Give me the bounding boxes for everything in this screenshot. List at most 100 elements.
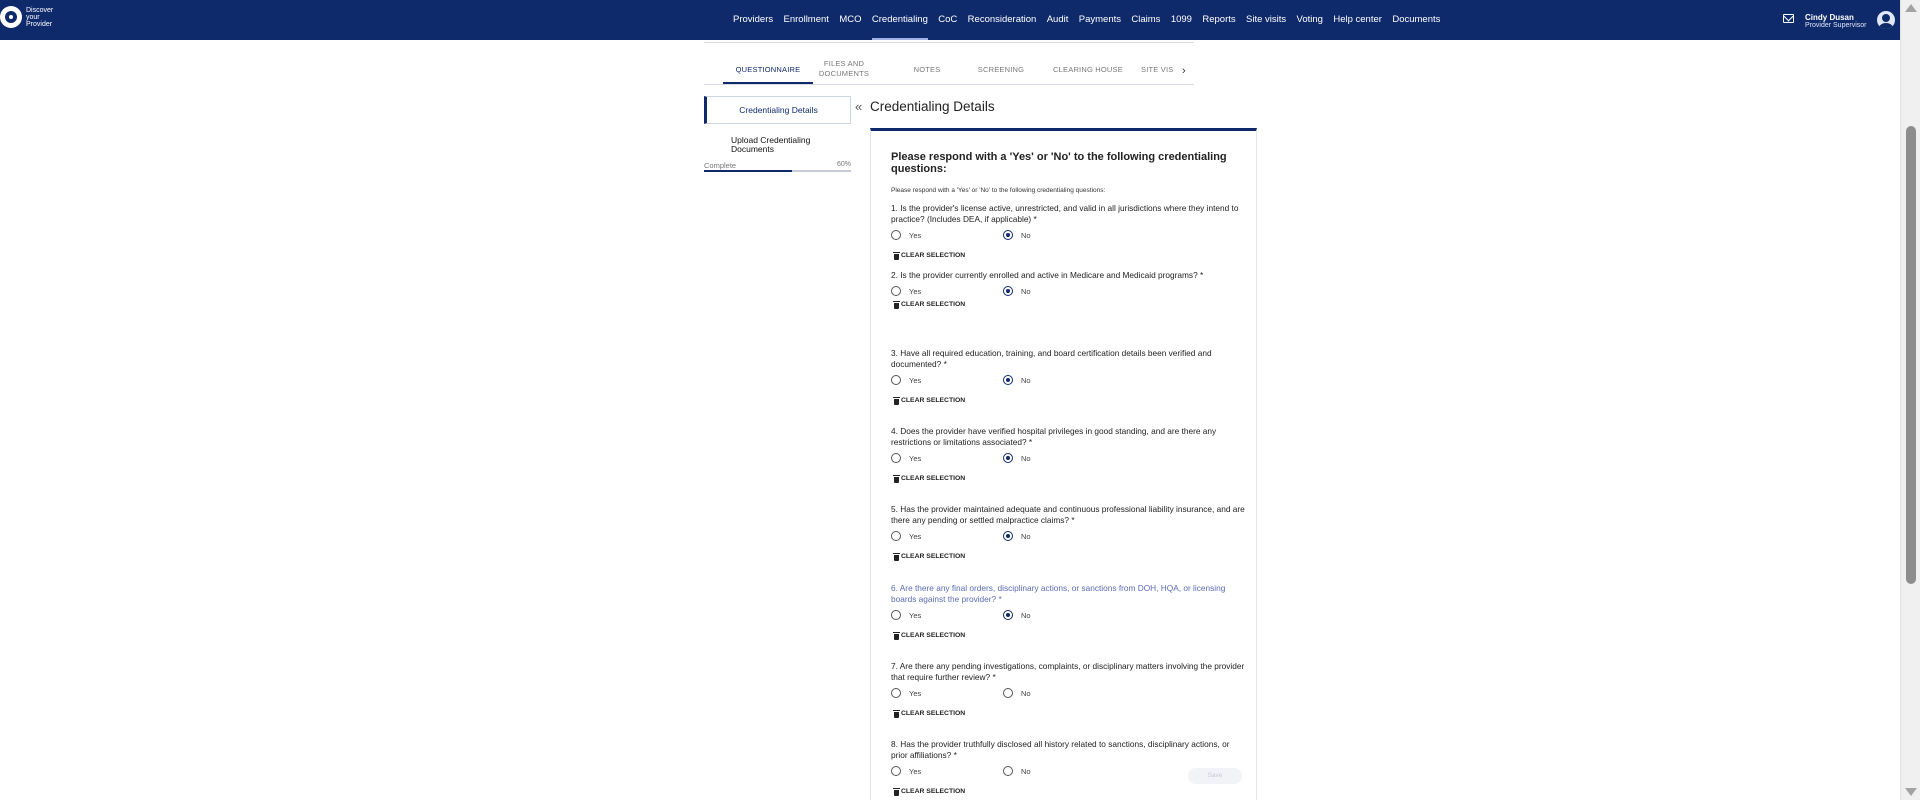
collapse-sidebar-icon[interactable]: «: [855, 100, 862, 113]
answer-options: Yes No: [891, 688, 1246, 700]
nav-item-reconsideration[interactable]: Reconsideration: [968, 0, 1037, 40]
clear-selection-button[interactable]: CLEAR SELECTION: [893, 787, 965, 796]
scroll-up-icon[interactable]: [1905, 4, 1917, 12]
clear-selection-button[interactable]: CLEAR SELECTION: [893, 474, 965, 483]
radio-yes-circle[interactable]: [891, 610, 901, 620]
scroll-down-icon[interactable]: [1905, 788, 1917, 796]
radio-no-circle[interactable]: [1003, 375, 1013, 385]
clear-selection-button[interactable]: CLEAR SELECTION: [893, 709, 966, 718]
tab-questionnaire[interactable]: QUESTIONNAIRE: [723, 65, 813, 75]
chevron-right-icon[interactable]: ›: [1182, 65, 1186, 77]
radio-no-circle[interactable]: [1003, 531, 1013, 541]
nav-item-payments[interactable]: Payments: [1079, 0, 1121, 40]
progress-percent: 60%: [837, 161, 852, 168]
radio-no[interactable]: No: [1003, 688, 1031, 698]
top-navigation-bar: Discover your Provider Providers Enrollme…: [0, 0, 1920, 40]
radio-yes[interactable]: Yes: [891, 375, 921, 385]
radio-yes[interactable]: Yes: [891, 610, 921, 620]
page-scrollbar[interactable]: [1900, 0, 1920, 800]
nav-item-help-center[interactable]: Help center: [1333, 0, 1382, 40]
clear-selection-label: CLEAR SELECTION: [901, 252, 966, 259]
radio-yes-circle[interactable]: [891, 230, 901, 240]
clear-selection-button[interactable]: CLEAR SELECTION: [893, 552, 966, 561]
radio-no-circle[interactable]: [1003, 286, 1013, 296]
nav-item-site-visits[interactable]: Site visits: [1246, 0, 1286, 40]
nav-item-1099[interactable]: 1099: [1171, 0, 1192, 40]
tab-files-and-documents[interactable]: FILES AND DOCUMENTS: [812, 59, 876, 79]
tabs-top-divider: [704, 42, 1194, 43]
mail-icon[interactable]: [1783, 14, 1794, 23]
tab-screening[interactable]: SCREENING: [966, 65, 1036, 75]
save-button[interactable]: Save: [1188, 768, 1242, 784]
brand-line-2: your: [26, 13, 40, 21]
clear-selection-button[interactable]: CLEAR SELECTION: [893, 300, 965, 309]
tab-site-visits[interactable]: SITE VIS: [1141, 65, 1181, 75]
scrollbar-thumb[interactable]: [1906, 126, 1916, 584]
radio-yes[interactable]: Yes: [891, 230, 921, 240]
clear-selection-button[interactable]: CLEAR SELECTION: [893, 396, 965, 405]
radio-no[interactable]: No: [1003, 531, 1031, 541]
tab-clearing-house[interactable]: CLEARING HOUSE: [1047, 65, 1129, 75]
radio-yes-circle[interactable]: [891, 375, 901, 385]
radio-yes-circle[interactable]: [891, 688, 901, 698]
radio-yes[interactable]: Yes: [891, 766, 921, 776]
radio-no[interactable]: No: [1003, 230, 1031, 240]
clear-selection-button[interactable]: CLEAR SELECTION: [893, 251, 966, 260]
tab-notes[interactable]: NOTES: [902, 65, 952, 75]
radio-no-circle[interactable]: [1003, 610, 1013, 620]
trash-icon: [893, 787, 900, 796]
nav-item-providers[interactable]: Providers: [733, 0, 773, 40]
nav-item-claims[interactable]: Claims: [1131, 0, 1160, 40]
trash-icon: [893, 300, 900, 309]
radio-yes-circle[interactable]: [891, 286, 901, 296]
radio-no[interactable]: No: [1003, 375, 1031, 385]
nav-item-mco[interactable]: MCO: [839, 0, 861, 40]
radio-no-label: No: [1021, 375, 1031, 385]
nav-item-enrollment[interactable]: Enrollment: [784, 0, 829, 40]
clear-selection-label: CLEAR SELECTION: [901, 553, 966, 560]
radio-no-circle[interactable]: [1003, 453, 1013, 463]
radio-no[interactable]: No: [1003, 453, 1031, 463]
radio-yes[interactable]: Yes: [891, 531, 921, 541]
brand-text: Discover your Provider: [26, 7, 66, 28]
nav-item-documents[interactable]: Documents: [1392, 0, 1440, 40]
radio-yes-circle[interactable]: [891, 531, 901, 541]
trash-icon: [893, 396, 900, 405]
brand-line-1: Discover: [26, 6, 54, 14]
radio-yes[interactable]: Yes: [891, 286, 921, 296]
avatar[interactable]: [1877, 11, 1895, 29]
radio-yes-label: Yes: [909, 688, 922, 698]
clear-selection-label: CLEAR SELECTION: [901, 710, 966, 717]
section-tabs: QUESTIONNAIRE FILES AND DOCUMENTS NOTES …: [704, 58, 1194, 85]
questionnaire-card: Please respond with a 'Yes' or 'No' to t…: [870, 128, 1257, 800]
radio-yes-label: Yes: [909, 531, 922, 541]
nav-item-credentialing[interactable]: Credentialing: [871, 0, 928, 40]
clear-selection-button[interactable]: CLEAR SELECTION: [893, 631, 965, 640]
trash-icon: [893, 474, 900, 483]
radio-no-circle[interactable]: [1003, 230, 1013, 240]
nav-item-reports[interactable]: Reports: [1202, 0, 1235, 40]
radio-no[interactable]: No: [1003, 286, 1031, 296]
radio-no[interactable]: No: [1003, 610, 1031, 620]
radio-yes[interactable]: Yes: [891, 453, 921, 463]
radio-no-circle[interactable]: [1003, 688, 1013, 698]
sidebar-item-credentialing-details[interactable]: Credentialing Details: [704, 96, 851, 124]
radio-no-label: No: [1021, 453, 1031, 463]
user-info[interactable]: Cindy Dusan Provider Supervisor: [1805, 13, 1866, 30]
radio-yes[interactable]: Yes: [891, 688, 921, 698]
answer-options: Yes No: [891, 531, 1246, 543]
user-role: Provider Supervisor: [1805, 22, 1867, 29]
radio-yes-label: Yes: [909, 286, 922, 296]
radio-yes-circle[interactable]: [891, 766, 901, 776]
radio-yes-circle[interactable]: [891, 453, 901, 463]
nav-item-voting[interactable]: Voting: [1297, 0, 1323, 40]
nav-item-coc[interactable]: CoC: [938, 0, 957, 40]
radio-no-circle[interactable]: [1003, 766, 1013, 776]
radio-no[interactable]: No: [1003, 766, 1031, 776]
answer-options: Yes No: [891, 286, 1246, 298]
brand-logo[interactable]: Discover your Provider: [0, 6, 66, 28]
sidebar-item-upload-documents[interactable]: Upload Credentialing Documents: [731, 136, 841, 154]
nav-item-audit[interactable]: Audit: [1047, 0, 1069, 40]
question-6: 6. Are there any final orders, disciplin…: [891, 583, 1246, 640]
question-text: 3. Have all required education, training…: [891, 348, 1212, 369]
